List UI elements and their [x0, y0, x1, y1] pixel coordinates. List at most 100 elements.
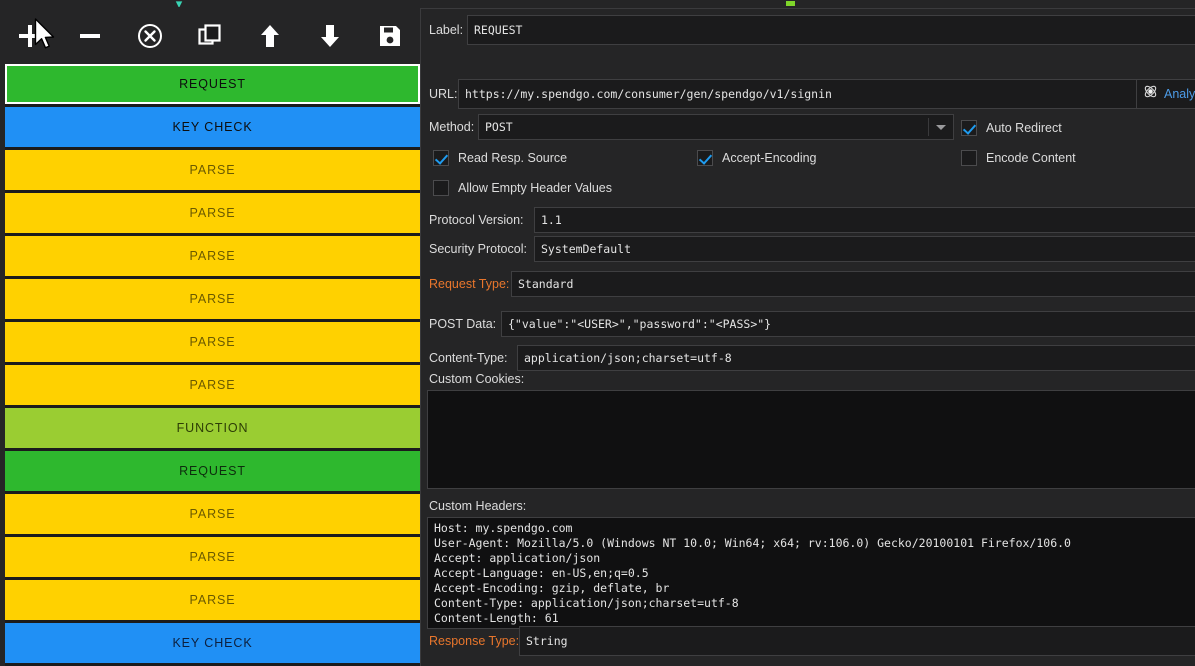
security-protocol-label: Security Protocol:	[429, 242, 527, 256]
block-item[interactable]: PARSE	[5, 365, 420, 405]
allow-empty-header-row[interactable]: Allow Empty Header Values	[433, 180, 612, 196]
url-row: URL: https://my.spendgo.com/consumer/gen…	[429, 79, 1146, 109]
blocks-toolbar	[0, 8, 420, 64]
read-resp-source-row[interactable]: Read Resp. Source	[433, 150, 567, 166]
label-field-label: Label:	[429, 23, 464, 37]
custom-cookies-textarea[interactable]	[427, 390, 1195, 489]
request-type-value: Standard	[518, 277, 574, 291]
response-type-row: Response Type: String	[429, 626, 1195, 656]
encode-content-checkbox[interactable]: Encode Content	[961, 150, 1076, 166]
protocol-version-value: 1.1	[541, 213, 562, 227]
protocol-version-input[interactable]: 1.1	[534, 207, 1195, 233]
post-data-input[interactable]: {"value":"<USER>","password":"<PASS>"}	[501, 311, 1195, 337]
block-item-label: PARSE	[189, 507, 236, 521]
block-item-label: PARSE	[189, 163, 236, 177]
request-type-row: Request Type: Standard	[429, 271, 1195, 297]
move-up-button[interactable]	[240, 12, 300, 60]
auto-redirect-label: Auto Redirect	[986, 121, 1062, 135]
move-down-button[interactable]	[300, 12, 360, 60]
url-input[interactable]: https://my.spendgo.com/consumer/gen/spen…	[458, 79, 1146, 109]
accept-encoding-label: Accept-Encoding	[722, 151, 817, 165]
response-type-value: String	[526, 634, 568, 648]
label-row: Label: REQUEST	[429, 15, 1195, 45]
label-input[interactable]: REQUEST	[467, 15, 1195, 45]
auto-redirect-checkbox[interactable]: Auto Redirect	[961, 120, 1062, 136]
post-data-label: POST Data:	[429, 317, 497, 331]
protocol-version-row: Protocol Version: 1.1	[429, 207, 1195, 233]
arrow-down-icon	[317, 23, 343, 49]
checkbox-box	[433, 180, 449, 196]
request-settings-panel: Label: REQUEST URL: https://my.spendgo.c…	[420, 8, 1195, 666]
post-data-row: POST Data: {"value":"<USER>","password":…	[429, 311, 1195, 337]
response-type-input[interactable]: String	[519, 626, 1195, 656]
custom-headers-textarea[interactable]: Host: my.spendgo.com User-Agent: Mozilla…	[427, 517, 1195, 629]
minus-icon	[77, 23, 103, 49]
request-type-input[interactable]: Standard	[511, 271, 1195, 297]
block-item[interactable]: REQUEST	[5, 451, 420, 491]
analyze-icon	[1143, 84, 1158, 104]
method-field-label: Method:	[429, 120, 475, 134]
block-item-label: PARSE	[189, 292, 236, 306]
block-item[interactable]: FUNCTION	[5, 408, 420, 448]
checkbox-box	[961, 150, 977, 166]
security-protocol-input[interactable]: SystemDefault	[534, 236, 1195, 262]
block-item-label: REQUEST	[179, 77, 246, 91]
block-item-label: KEY CHECK	[172, 636, 253, 650]
floppy-disk-icon	[377, 23, 403, 49]
analyze-button[interactable]: Analyze	[1136, 79, 1195, 109]
protocol-version-label: Protocol Version:	[429, 213, 524, 227]
checkbox-box	[697, 150, 713, 166]
response-type-label: Response Type:	[429, 634, 520, 648]
url-field-label: URL:	[429, 87, 458, 101]
block-item[interactable]: PARSE	[5, 193, 420, 233]
block-item-label: PARSE	[189, 550, 236, 564]
block-item[interactable]: PARSE	[5, 537, 420, 577]
tab-status-indicator-icon	[786, 1, 795, 6]
allow-empty-header-label: Allow Empty Header Values	[458, 181, 613, 195]
save-button[interactable]	[360, 12, 420, 60]
block-item[interactable]: PARSE	[5, 150, 420, 190]
block-item[interactable]: KEY CHECK	[5, 623, 420, 663]
tab-strip: ▾	[0, 0, 1195, 8]
block-item-label: PARSE	[189, 206, 236, 220]
analyze-button-label: Analyze	[1164, 87, 1195, 101]
delete-block-button[interactable]	[120, 12, 180, 60]
block-item-label: KEY CHECK	[172, 120, 253, 134]
block-item[interactable]: PARSE	[5, 494, 420, 534]
block-item-label: PARSE	[189, 378, 236, 392]
tab-chevron-icon[interactable]: ▾	[173, 0, 185, 7]
allow-empty-header-checkbox[interactable]: Allow Empty Header Values	[433, 180, 612, 196]
security-protocol-row: Security Protocol: SystemDefault	[429, 236, 1195, 262]
block-item-label: PARSE	[189, 335, 236, 349]
method-select-separator	[928, 118, 929, 136]
method-row: Method: POST	[429, 114, 954, 140]
block-item[interactable]: REQUEST	[5, 64, 420, 104]
encode-content-label: Encode Content	[986, 151, 1076, 165]
content-type-row: Content-Type: application/json;charset=u…	[429, 345, 1195, 371]
custom-headers-label: Custom Headers:	[429, 499, 527, 513]
add-block-button[interactable]	[0, 12, 60, 60]
request-type-label: Request Type:	[429, 277, 510, 291]
arrow-up-icon	[257, 23, 283, 49]
block-item[interactable]: PARSE	[5, 580, 420, 620]
block-item[interactable]: PARSE	[5, 279, 420, 319]
plus-icon	[17, 23, 43, 49]
accept-encoding-checkbox[interactable]: Accept-Encoding	[697, 150, 817, 166]
content-type-input[interactable]: application/json;charset=utf-8	[517, 345, 1195, 371]
clone-block-button[interactable]	[180, 12, 240, 60]
remove-block-button[interactable]	[60, 12, 120, 60]
block-item[interactable]: PARSE	[5, 236, 420, 276]
block-item-label: PARSE	[189, 249, 236, 263]
encode-content-row[interactable]: Encode Content	[961, 150, 1076, 166]
accept-encoding-row[interactable]: Accept-Encoding	[697, 150, 817, 166]
auto-redirect-row[interactable]: Auto Redirect	[961, 120, 1062, 136]
blocks-list[interactable]: REQUEST KEY CHECK PARSE PARSE PARSE PARSE PARS…	[5, 64, 420, 666]
security-protocol-value: SystemDefault	[541, 242, 632, 256]
read-resp-source-checkbox[interactable]: Read Resp. Source	[433, 150, 567, 166]
block-item-label: FUNCTION	[176, 421, 249, 435]
block-item[interactable]: KEY CHECK	[5, 107, 420, 147]
block-item[interactable]: PARSE	[5, 322, 420, 362]
chevron-down-icon	[936, 125, 946, 130]
method-select[interactable]: POST	[478, 114, 954, 140]
close-circle-icon	[137, 23, 163, 49]
